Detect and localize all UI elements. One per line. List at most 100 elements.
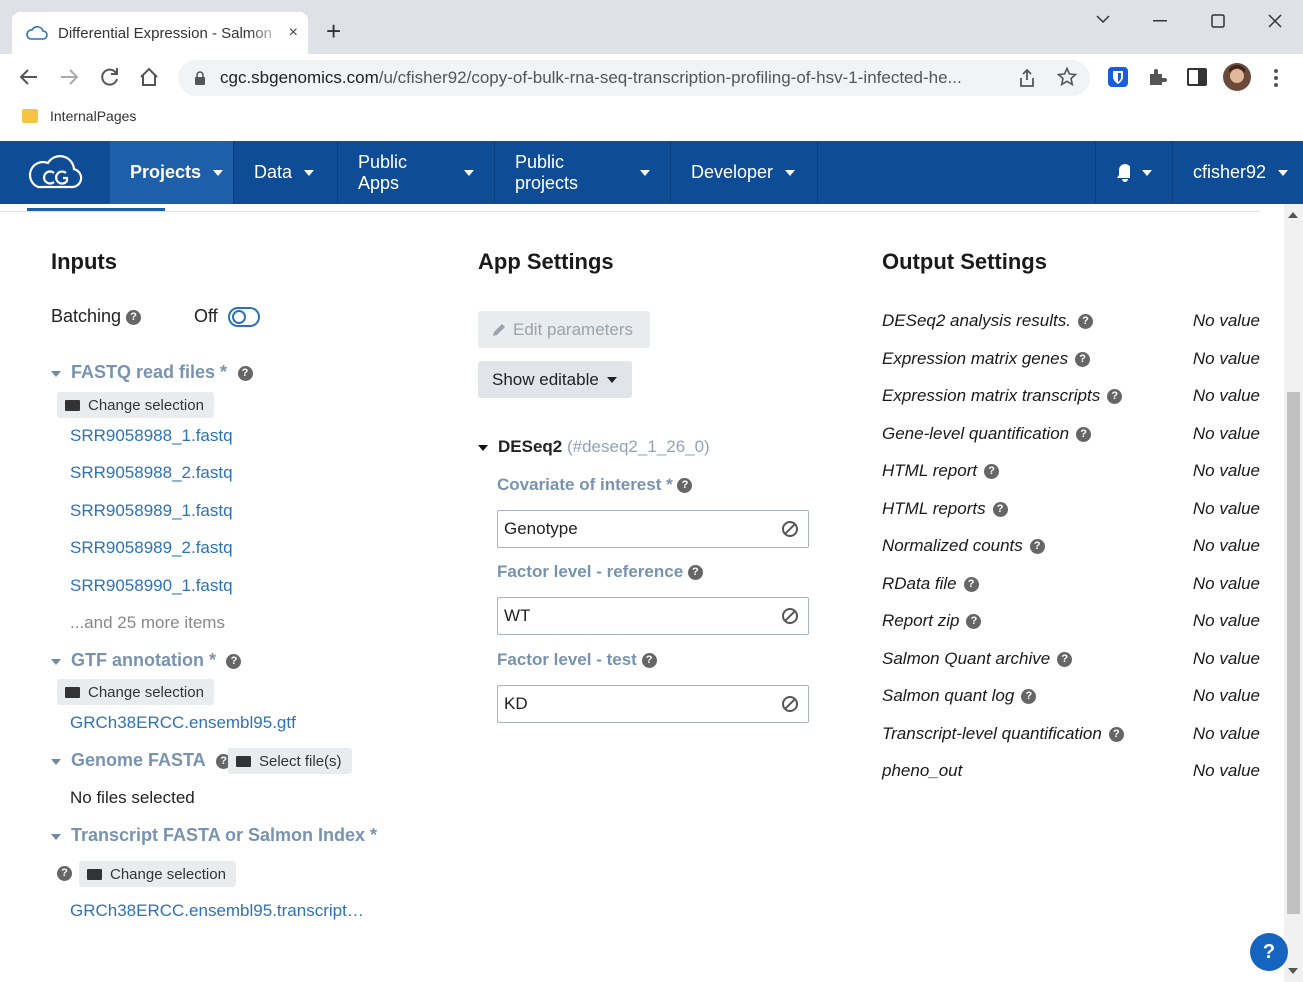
show-editable-dropdown[interactable]: Show editable bbox=[478, 361, 632, 398]
bookmarks-bar: InternalPages bbox=[0, 102, 1303, 140]
tab-close-icon[interactable]: × bbox=[289, 24, 298, 42]
transcript-change-selection-button[interactable]: Change selection bbox=[79, 861, 236, 887]
help-icon[interactable]: ? bbox=[1021, 689, 1037, 705]
help-button[interactable]: ? bbox=[1250, 933, 1288, 971]
file-link[interactable]: SRR9058988_1.fastq bbox=[70, 426, 233, 446]
menu-kebab-icon[interactable] bbox=[1272, 68, 1280, 88]
extensions-puzzle-icon[interactable] bbox=[1147, 67, 1167, 87]
file-link[interactable]: SRR9058990_1.fastq bbox=[70, 576, 233, 596]
address-bar[interactable]: cgc.sbgenomics.com/u/cfisher92/copy-of-b… bbox=[178, 60, 1090, 96]
help-icon[interactable]: ? bbox=[963, 576, 979, 592]
collapse-triangle-icon[interactable] bbox=[51, 370, 61, 377]
help-icon[interactable]: ? bbox=[1029, 539, 1045, 555]
batching-toggle[interactable] bbox=[228, 307, 260, 327]
reload-icon[interactable] bbox=[100, 67, 120, 87]
clear-icon[interactable] bbox=[782, 608, 798, 624]
edit-parameters-button[interactable]: Edit parameters bbox=[478, 311, 650, 348]
forward-icon[interactable] bbox=[60, 68, 78, 86]
file-link[interactable]: SRR9058988_2.fastq bbox=[70, 463, 233, 483]
help-icon[interactable]: ? bbox=[237, 366, 253, 382]
output-name: HTML report? bbox=[882, 461, 1000, 481]
bookmark-star-icon[interactable] bbox=[1057, 67, 1077, 87]
inputs-heading: Inputs bbox=[51, 249, 117, 274]
side-panel-icon[interactable] bbox=[1187, 68, 1207, 86]
output-row: DESeq2 analysis results.? No value bbox=[882, 311, 1260, 335]
more-items-text[interactable]: ...and 25 more items bbox=[70, 613, 225, 633]
maximize-icon[interactable] bbox=[1211, 14, 1225, 28]
fastq-change-selection-button[interactable]: Change selection bbox=[57, 392, 214, 418]
nav-developer[interactable]: Developer bbox=[671, 141, 818, 204]
chevron-down-icon bbox=[304, 169, 315, 176]
profile-avatar[interactable] bbox=[1223, 63, 1251, 91]
help-icon[interactable]: ? bbox=[992, 501, 1008, 517]
output-value: No value bbox=[1192, 461, 1260, 480]
new-tab-icon[interactable]: + bbox=[326, 18, 341, 44]
help-icon[interactable]: ? bbox=[966, 614, 982, 630]
collapse-triangle-icon[interactable] bbox=[51, 758, 61, 765]
tab-search-icon[interactable] bbox=[1096, 14, 1110, 24]
output-value: No value bbox=[1192, 423, 1260, 443]
url-text: cgc.sbgenomics.com/u/cfisher92/copy-of-b… bbox=[220, 68, 962, 87]
output-row: Normalized counts? No value bbox=[882, 536, 1260, 560]
collapse-triangle-icon[interactable] bbox=[51, 658, 61, 665]
notifications-button[interactable] bbox=[1095, 141, 1173, 204]
help-icon[interactable]: ? bbox=[1107, 389, 1123, 405]
batching-label: Batching ? bbox=[51, 306, 142, 327]
share-icon[interactable] bbox=[1017, 68, 1037, 88]
minimize-icon[interactable] bbox=[1153, 20, 1167, 22]
factor-reference-input[interactable]: WT bbox=[497, 597, 809, 635]
app-settings-heading: App Settings bbox=[478, 249, 614, 274]
file-link[interactable]: SRR9058989_1.fastq bbox=[70, 501, 233, 521]
help-icon[interactable]: ? bbox=[1108, 726, 1124, 742]
clear-icon[interactable] bbox=[782, 521, 798, 537]
gtf-section-header[interactable]: GTF annotation * ? bbox=[51, 650, 242, 671]
back-icon[interactable] bbox=[20, 68, 38, 86]
genome-select-files-button[interactable]: Select file(s) bbox=[228, 748, 352, 774]
file-link[interactable]: GRCh38ERCC.ensembl95.gtf bbox=[70, 713, 296, 733]
help-icon[interactable]: ? bbox=[687, 565, 703, 581]
help-icon[interactable]: ? bbox=[1057, 651, 1073, 667]
scroll-down-icon[interactable] bbox=[1288, 968, 1298, 974]
nav-public-apps[interactable]: Public Apps bbox=[338, 141, 495, 204]
browser-tab[interactable]: Differential Expression - Salmon × bbox=[12, 12, 308, 54]
help-icon[interactable]: ? bbox=[1075, 351, 1091, 367]
output-row: Gene-level quantification? No value bbox=[882, 424, 1260, 448]
help-icon[interactable]: ? bbox=[126, 309, 142, 325]
cloud-icon bbox=[26, 26, 48, 40]
gtf-change-selection-button[interactable]: Change selection bbox=[57, 679, 214, 705]
nav-data[interactable]: Data bbox=[234, 141, 338, 204]
scrollbar-thumb[interactable] bbox=[1287, 392, 1300, 914]
nav-projects[interactable]: Projects bbox=[110, 141, 234, 204]
chevron-down-icon bbox=[640, 169, 650, 176]
output-name: pheno_out bbox=[882, 761, 963, 780]
output-row: Transcript-level quantification? No value bbox=[882, 724, 1260, 748]
file-link[interactable]: GRCh38ERCC.ensembl95.transcript… bbox=[70, 901, 364, 921]
covariate-input[interactable]: Genotype bbox=[497, 510, 809, 548]
genome-section-header[interactable]: Genome FASTA ? bbox=[51, 750, 232, 771]
collapse-triangle-icon[interactable] bbox=[478, 444, 488, 451]
bitwarden-extension-icon[interactable] bbox=[1107, 66, 1129, 88]
deseq2-node-header[interactable]: DESeq2 (#deseq2_1_26_0) bbox=[478, 437, 710, 457]
help-icon[interactable]: ? bbox=[57, 866, 72, 881]
collapse-triangle-icon[interactable] bbox=[51, 833, 61, 840]
help-icon[interactable]: ? bbox=[984, 464, 1000, 480]
factor-test-input[interactable]: KD bbox=[497, 685, 809, 723]
clear-icon[interactable] bbox=[782, 696, 798, 712]
scroll-up-icon[interactable] bbox=[1288, 212, 1298, 218]
help-icon[interactable]: ? bbox=[1076, 426, 1092, 442]
bookmark-internalpages[interactable]: InternalPages bbox=[22, 108, 136, 124]
help-icon[interactable]: ? bbox=[677, 478, 693, 494]
cgc-logo[interactable] bbox=[26, 153, 86, 193]
help-icon[interactable]: ? bbox=[641, 653, 657, 669]
page-scrollbar[interactable] bbox=[1284, 204, 1303, 982]
close-window-icon[interactable] bbox=[1268, 14, 1282, 28]
nav-public-projects[interactable]: Public projects bbox=[495, 141, 671, 204]
file-link[interactable]: SRR9058989_2.fastq bbox=[70, 538, 233, 558]
help-icon[interactable]: ? bbox=[226, 654, 242, 670]
fastq-section-header[interactable]: FASTQ read files * ? bbox=[51, 362, 253, 383]
transcript-section-header[interactable]: Transcript FASTA or Salmon Index * bbox=[51, 825, 377, 846]
chevron-down-icon bbox=[1142, 169, 1152, 176]
user-menu[interactable]: cfisher92 bbox=[1173, 141, 1303, 204]
home-icon[interactable] bbox=[139, 67, 159, 87]
help-icon[interactable]: ? bbox=[1077, 314, 1093, 330]
